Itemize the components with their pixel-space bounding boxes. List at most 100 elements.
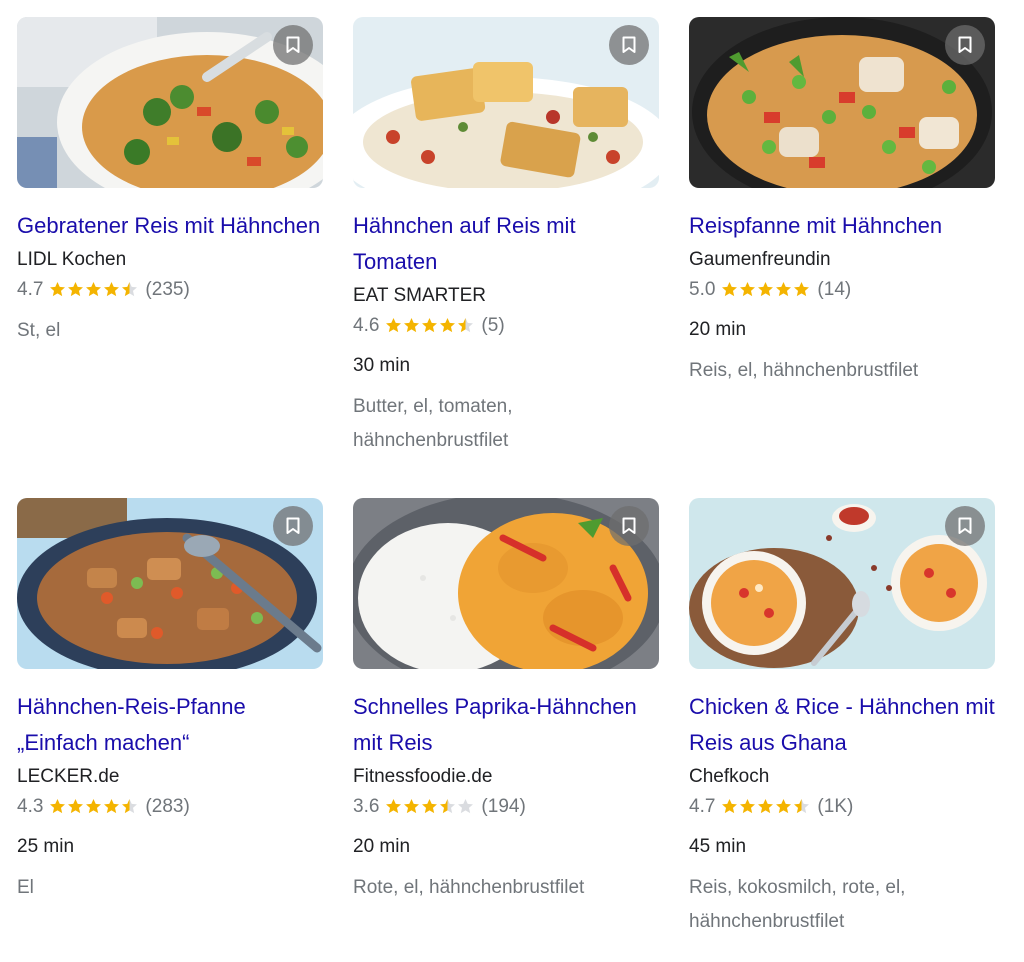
- star-icon: [104, 799, 120, 814]
- star-rating: [385, 798, 475, 815]
- star-icon: [722, 282, 738, 297]
- rating-score: 4.7: [689, 796, 716, 817]
- recipe-image[interactable]: [17, 17, 323, 188]
- star-icon: [404, 318, 420, 333]
- recipe-image[interactable]: [353, 17, 659, 188]
- review-count: (1K): [817, 796, 854, 817]
- recipe-source: Fitnessfoodie.de: [353, 766, 493, 787]
- star-icon: [776, 799, 792, 814]
- bookmark-button[interactable]: [945, 25, 985, 65]
- recipe-rating: 3.6 (194): [353, 795, 659, 835]
- recipe-time: 20 min: [353, 836, 411, 857]
- star-icon: [794, 799, 810, 814]
- recipe-source: LIDL Kochen: [17, 249, 127, 270]
- star-icon: [740, 799, 756, 814]
- review-count: (235): [145, 279, 190, 300]
- star-icon: [458, 318, 474, 333]
- recipe-image[interactable]: [353, 498, 659, 669]
- bookmark-button[interactable]: [273, 25, 313, 65]
- recipe-grid: Gebratener Reis mit Hähnchen LIDL Kochen…: [0, 0, 1024, 962]
- star-icon: [794, 282, 810, 297]
- star-icon: [386, 799, 402, 814]
- bookmark-button[interactable]: [609, 25, 649, 65]
- star-icon: [758, 799, 774, 814]
- recipe-ingredients: Reis, el, hähnchenbrustfilet: [689, 360, 919, 381]
- recipe-title-link[interactable]: Schnelles Paprika-Hähnchen mit Reis: [353, 689, 659, 761]
- star-icon: [776, 282, 792, 297]
- star-rating: [721, 281, 811, 298]
- recipe-title-link[interactable]: Hähnchen-Reis-Pfanne „Einfach machen“: [17, 689, 323, 761]
- recipe-card[interactable]: Reispfanne mit Hähnchen Gaumenfreundin 5…: [689, 17, 995, 388]
- recipe-card[interactable]: Gebratener Reis mit Hähnchen LIDL Kochen…: [17, 17, 323, 348]
- recipe-ingredients: Rote, el, hähnchenbrustfilet: [353, 877, 585, 898]
- recipe-card[interactable]: Hähnchen auf Reis mit Tomaten EAT SMARTE…: [353, 17, 659, 458]
- recipe-time: 45 min: [689, 836, 747, 857]
- star-icon: [422, 799, 438, 814]
- recipe-ingredients: Butter, el, tomaten, hähnchenbrustfilet: [353, 396, 513, 451]
- recipe-image[interactable]: [689, 17, 995, 188]
- star-rating: [721, 798, 811, 815]
- review-count: (14): [817, 279, 852, 300]
- star-rating: [49, 798, 139, 815]
- recipe-rating: 4.7 (235): [17, 278, 323, 318]
- star-icon: [386, 318, 402, 333]
- star-icon: [458, 799, 474, 814]
- star-icon: [758, 282, 774, 297]
- star-icon: [122, 282, 138, 297]
- rating-score: 4.7: [17, 279, 44, 300]
- star-icon: [104, 282, 120, 297]
- star-icon: [440, 318, 456, 333]
- star-icon: [68, 799, 84, 814]
- rating-score: 4.6: [353, 315, 380, 336]
- star-rating: [49, 281, 139, 298]
- bookmark-icon: [286, 36, 300, 53]
- star-icon: [50, 799, 66, 814]
- recipe-time: 25 min: [17, 836, 75, 857]
- recipe-image[interactable]: [689, 498, 995, 669]
- star-icon: [86, 799, 102, 814]
- recipe-card[interactable]: Chicken & Rice - Hähnchen mit Reis aus G…: [689, 498, 995, 939]
- recipe-source: LECKER.de: [17, 766, 120, 787]
- recipe-title-link[interactable]: Chicken & Rice - Hähnchen mit Reis aus G…: [689, 689, 995, 761]
- recipe-source: EAT SMARTER: [353, 285, 487, 306]
- recipe-rating: 4.6 (5): [353, 314, 659, 354]
- star-icon: [50, 282, 66, 297]
- star-icon: [86, 282, 102, 297]
- recipe-rating: 4.7 (1K): [689, 795, 995, 835]
- recipe-rating: 5.0 (14): [689, 278, 995, 318]
- star-rating: [385, 317, 475, 334]
- recipe-time: 30 min: [353, 355, 411, 376]
- bookmark-button[interactable]: [273, 506, 313, 546]
- star-icon: [740, 282, 756, 297]
- recipe-ingredients: Reis, kokosmilch, rote, el, hähnchenbrus…: [689, 877, 906, 932]
- rating-score: 4.3: [17, 796, 44, 817]
- star-icon: [722, 799, 738, 814]
- star-icon: [440, 799, 456, 814]
- review-count: (194): [481, 796, 526, 817]
- recipe-card[interactable]: Hähnchen-Reis-Pfanne „Einfach machen“ LE…: [17, 498, 323, 905]
- bookmark-button[interactable]: [945, 506, 985, 546]
- review-count: (283): [145, 796, 190, 817]
- recipe-image[interactable]: [17, 498, 323, 669]
- bookmark-icon: [622, 36, 636, 53]
- recipe-title-link[interactable]: Reispfanne mit Hähnchen: [689, 208, 995, 244]
- recipe-source: Chefkoch: [689, 766, 770, 787]
- bookmark-button[interactable]: [609, 506, 649, 546]
- star-icon: [422, 318, 438, 333]
- recipe-rating: 4.3 (283): [17, 795, 323, 835]
- star-icon: [122, 799, 138, 814]
- star-icon: [404, 799, 420, 814]
- bookmark-icon: [958, 517, 972, 534]
- bookmark-icon: [622, 517, 636, 534]
- recipe-source: Gaumenfreundin: [689, 249, 831, 270]
- bookmark-icon: [958, 36, 972, 53]
- bookmark-icon: [286, 517, 300, 534]
- review-count: (5): [481, 315, 505, 336]
- recipe-ingredients: El: [17, 877, 34, 898]
- star-icon: [68, 282, 84, 297]
- recipe-card[interactable]: Schnelles Paprika-Hähnchen mit Reis Fitn…: [353, 498, 659, 905]
- rating-score: 5.0: [689, 279, 716, 300]
- rating-score: 3.6: [353, 796, 380, 817]
- recipe-title-link[interactable]: Gebratener Reis mit Hähnchen: [17, 208, 323, 244]
- recipe-title-link[interactable]: Hähnchen auf Reis mit Tomaten: [353, 208, 659, 280]
